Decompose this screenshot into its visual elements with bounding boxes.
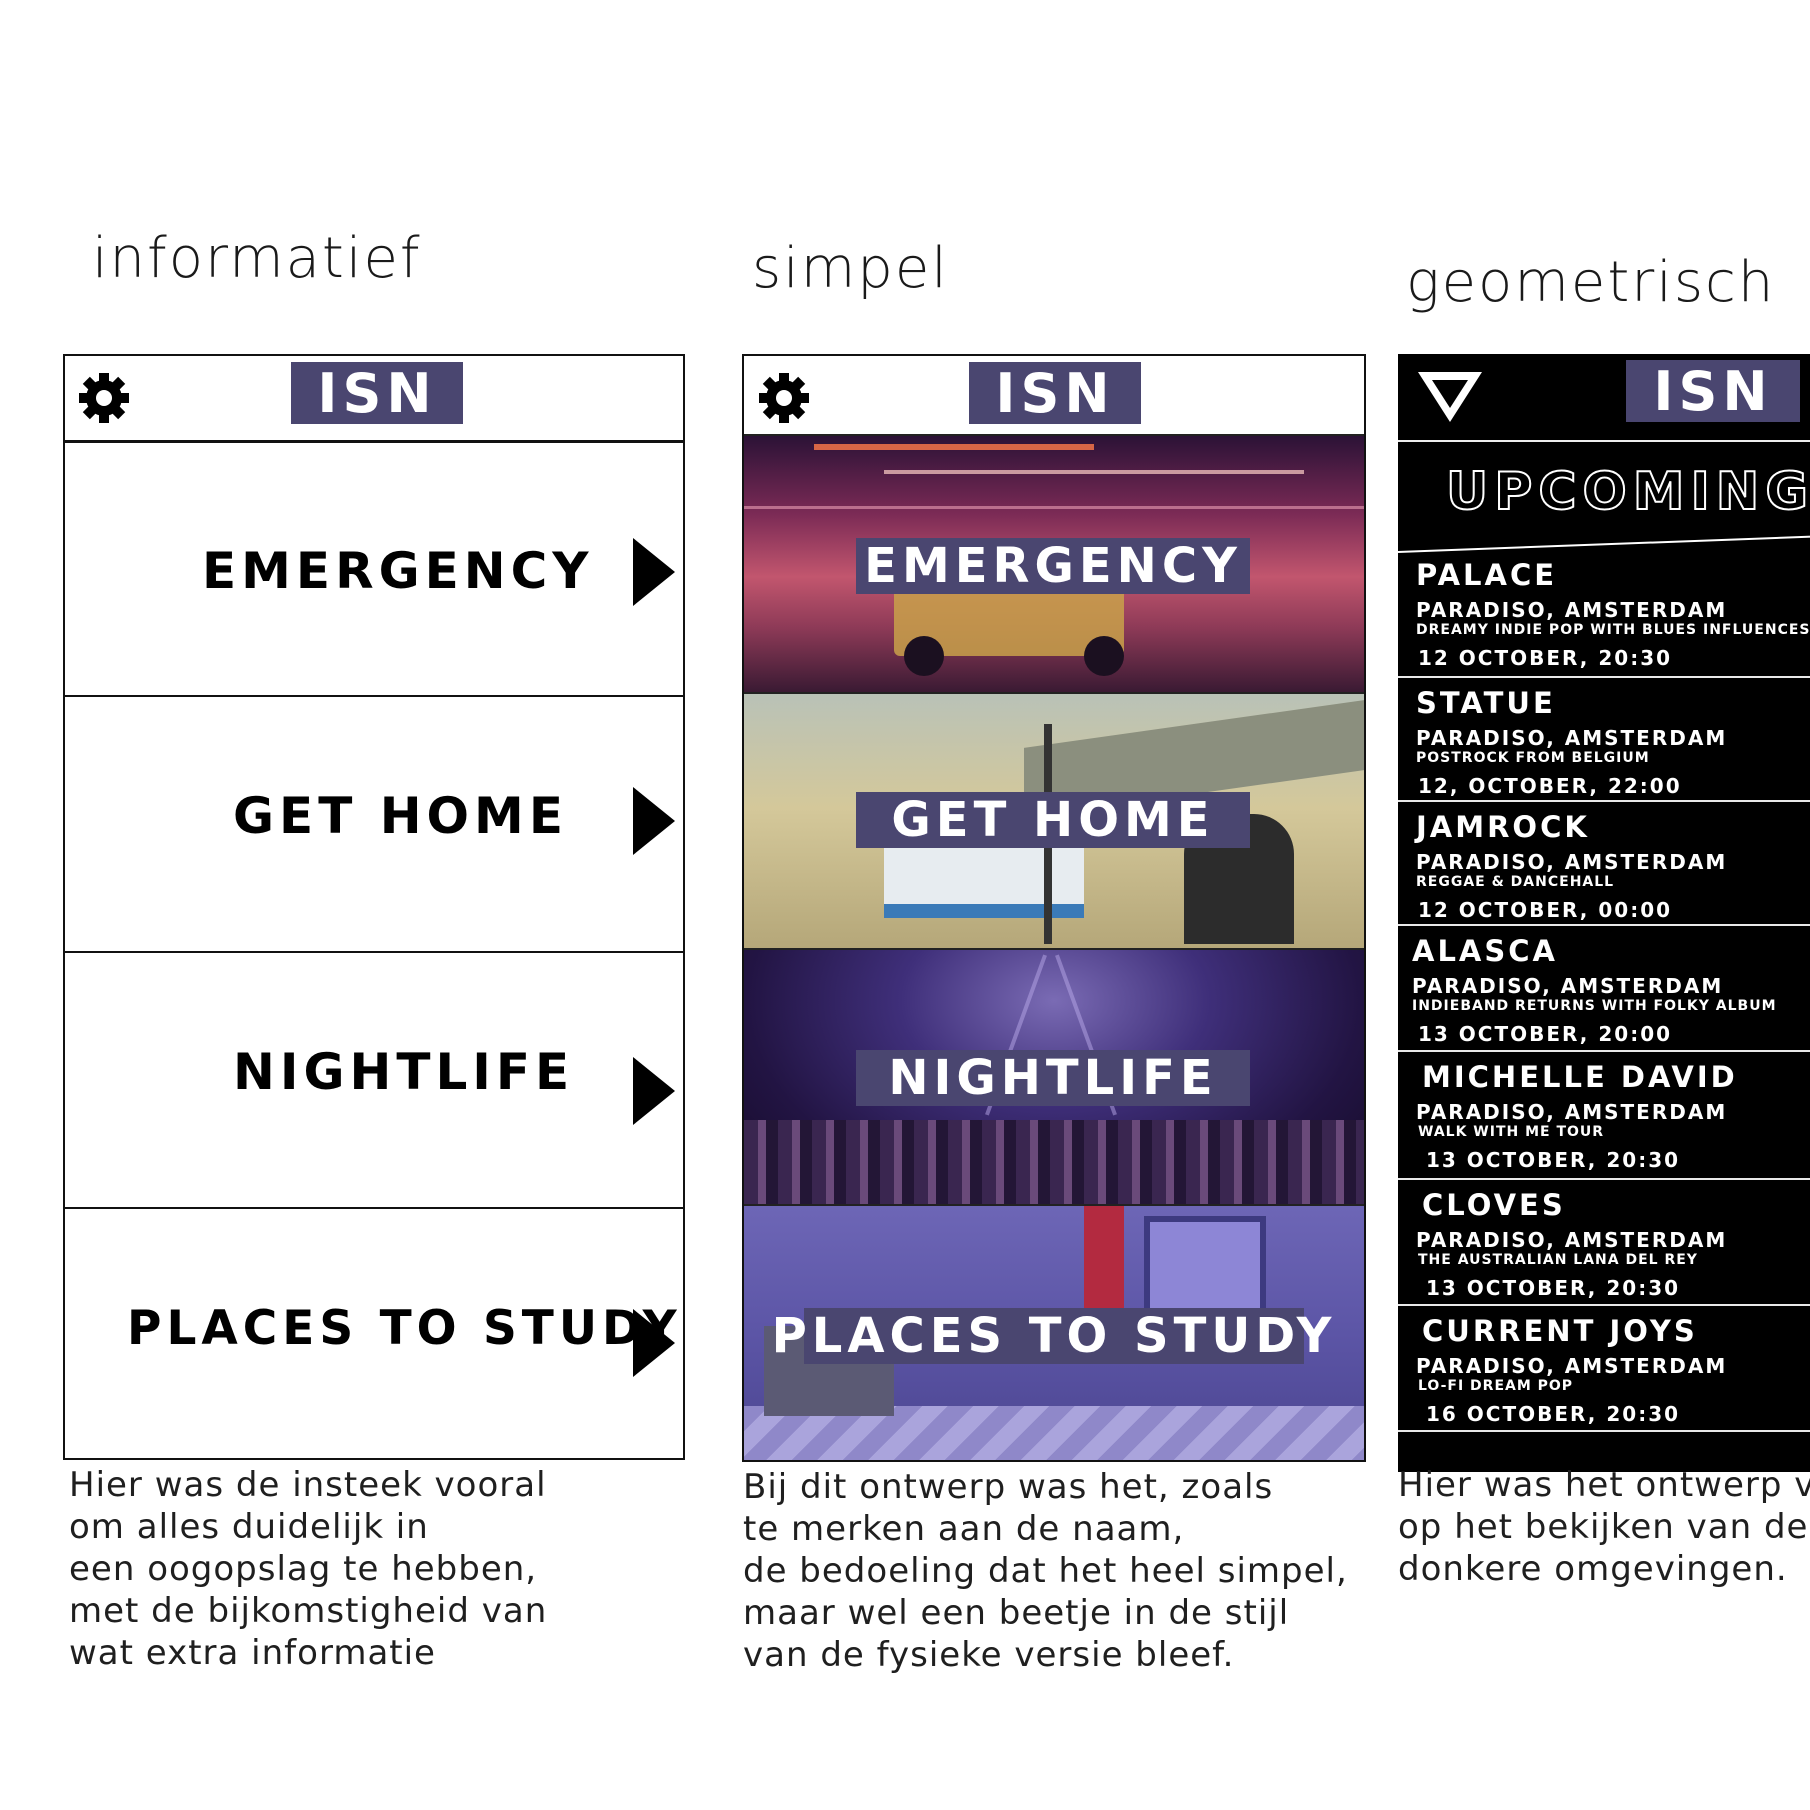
isn-logo: ISN <box>969 362 1141 425</box>
tile-nightlife[interactable]: NIGHTLIFE <box>744 948 1364 1204</box>
description-geometrisch: Hier was het ontwerp vo op het bekijken … <box>1398 1465 1810 1589</box>
event-item[interactable]: JAMROCK PARADISO, AMSTERDAM REGGAE & DANC… <box>1398 802 1810 926</box>
play-arrow-icon <box>633 538 675 606</box>
event-item[interactable]: MICHELLE DAVID PARADISO, AMSTERDAM WALK W… <box>1398 1052 1810 1180</box>
title-geometrisch: geometrisch <box>1406 250 1776 315</box>
tile-emergency[interactable]: EMERGENCY <box>744 434 1364 692</box>
title-informatief: informatief <box>92 226 422 291</box>
gear-icon[interactable] <box>756 370 812 426</box>
event-item[interactable]: CLOVES PARADISO, AMSTERDAM THE AUSTRALIAN… <box>1398 1180 1810 1306</box>
app-header: ISN <box>744 356 1364 434</box>
events-heading: UPCOMING EV <box>1445 461 1810 523</box>
menu-label: PLACES TO STUDY <box>127 1301 682 1356</box>
play-arrow-icon <box>633 1309 675 1377</box>
phone-simpel: ISN EMERGENCY GET HOME NIGHTLIFE PLACES … <box>742 354 1366 1462</box>
menu-item-nightlife[interactable]: NIGHTLIFE <box>65 953 683 1209</box>
tile-places-to-study[interactable]: PLACES TO STUDY <box>744 1204 1364 1460</box>
description-informatief: Hier was de insteek vooral om alles duid… <box>69 1465 548 1673</box>
app-header: ISN <box>65 356 683 443</box>
tile-label: PLACES TO STUDY <box>771 1308 1337 1364</box>
event-item[interactable]: ALASCA PARADISO, AMSTERDAM INDIEBAND RETU… <box>1398 926 1810 1052</box>
menu-label: GET HOME <box>233 787 568 845</box>
description-simpel: Bij dit ontwerp was het, zoals te merken… <box>743 1467 1348 1675</box>
tile-label: EMERGENCY <box>856 538 1250 594</box>
isn-logo: ISN <box>1626 360 1800 423</box>
menu-item-get-home[interactable]: GET HOME <box>65 697 683 953</box>
menu-label: EMERGENCY <box>202 542 594 600</box>
event-item[interactable]: STATUE PARADISO, AMSTERDAM POSTROCK FROM … <box>1398 678 1810 802</box>
tile-label: GET HOME <box>856 792 1250 848</box>
event-item[interactable]: CURRENT JOYS PARADISO, AMSTERDAM LO-FI DR… <box>1398 1306 1810 1432</box>
title-simpel: simpel <box>752 236 949 301</box>
play-arrow-icon <box>633 1057 675 1125</box>
menu-item-emergency[interactable]: EMERGENCY <box>65 442 683 697</box>
menu-label: NIGHTLIFE <box>233 1043 575 1101</box>
tile-label: NIGHTLIFE <box>856 1050 1250 1106</box>
app-header: ISN <box>1398 354 1810 442</box>
play-arrow-icon <box>633 787 675 855</box>
phone-informatief: ISN EMERGENCY GET HOME NIGHTLIFE PLACES … <box>63 354 685 1460</box>
phone-geometrisch: ISN UPCOMING EV PALACEPARADISO, AMSTERDA… <box>1398 354 1810 1472</box>
tile-get-home[interactable]: GET HOME <box>744 692 1364 948</box>
menu-item-places-to-study[interactable]: PLACES TO STUDY <box>65 1209 683 1461</box>
event-item[interactable]: PALACE PARADISO, AMSTERDAM DREAMY INDIE P… <box>1398 550 1810 678</box>
gear-icon[interactable] <box>76 370 132 426</box>
filter-triangle-icon[interactable] <box>1418 372 1482 422</box>
isn-logo: ISN <box>291 362 463 425</box>
